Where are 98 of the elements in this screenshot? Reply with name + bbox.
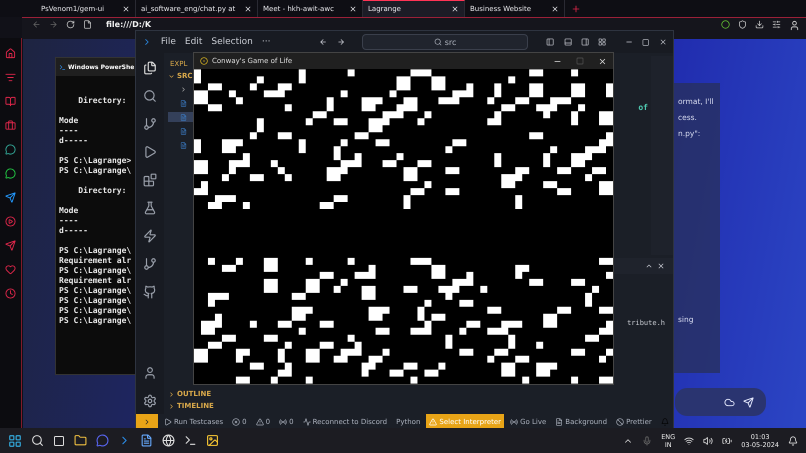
file-icon [83,20,92,29]
battery-icon[interactable] [722,436,732,446]
clock-icon[interactable] [5,288,16,299]
notepad-icon[interactable] [140,434,153,447]
extensions-icon[interactable] [143,173,157,187]
cat-icon[interactable] [143,285,157,299]
settings-icon[interactable] [143,394,157,408]
terminal-line: d----- [59,226,88,236]
app-icon [200,57,208,65]
run-icon[interactable] [143,145,157,159]
broadcast-icon [279,418,288,426]
error-icon [232,418,240,426]
send-icon[interactable] [5,240,16,251]
search-icon [434,38,442,46]
avatar-icon[interactable] [789,20,800,31]
menu-item[interactable]: File [160,37,176,47]
terminal-line: ---- [59,126,78,136]
warning-icon [256,418,264,426]
chevron-up-icon[interactable] [645,262,653,270]
bell-icon[interactable] [788,436,798,446]
play-icon [164,418,172,426]
layout-icon[interactable] [598,37,606,47]
warning-icon [429,418,438,426]
lightning-icon[interactable] [143,229,157,243]
terminal-line: ---- [59,216,78,226]
terminal-line: PS C:\Lagrange\ [59,246,132,256]
terminal-line: PS C:\Lagrange\ [59,266,132,276]
terminal-line: PS C:\Lagrange\ [59,316,132,326]
close-icon[interactable] [658,37,667,47]
cloud-icon[interactable] [724,396,735,408]
terminal-line: PS C:\Lagrange\ [59,166,132,176]
search-field[interactable]: src [362,34,528,50]
panel-toggle-icon[interactable] [564,37,572,47]
account-icon[interactable] [143,366,157,380]
shield-icon[interactable] [738,20,747,29]
menu-item[interactable]: Selection [211,37,253,47]
terminal-line: Directory: [77,96,126,106]
terminal-line: Mode [59,116,78,126]
terminal-line: Requirement alr [59,276,132,286]
code-text: of [638,103,648,114]
menu-item[interactable]: Edit [184,37,202,47]
terminal-icon [59,64,66,70]
close-icon[interactable] [657,262,665,270]
mic-icon[interactable] [642,436,652,446]
folder-icon[interactable] [74,434,87,447]
search-icon[interactable] [31,434,44,447]
briefcase-icon[interactable] [5,120,16,131]
prohibited-icon [616,418,624,426]
browser-icon[interactable] [162,434,175,447]
remote-button[interactable] [136,414,158,429]
list-icon[interactable] [5,72,16,83]
new-tab-icon[interactable] [571,4,581,14]
chat-app-icon[interactable] [96,434,109,447]
terminal-icon[interactable] [184,434,197,447]
document-icon [555,418,564,426]
back-icon[interactable] [319,37,328,47]
close-icon[interactable] [244,4,252,12]
chat-input[interactable] [675,388,766,416]
book-icon[interactable] [5,96,16,107]
files-icon[interactable] [143,61,157,75]
broadcast-icon [510,418,518,426]
branch-icon[interactable] [143,117,157,131]
terminal-line: d----- [59,136,88,146]
pulse-icon [302,418,311,426]
address-text[interactable]: file:///D:/K [106,20,152,29]
wifi-icon[interactable] [684,436,694,446]
branch-icon[interactable] [143,257,157,271]
terminal-line: Directory: [77,186,126,196]
home-icon[interactable] [5,48,16,59]
remote-icon [143,418,151,426]
close-icon[interactable] [349,4,357,12]
settings-icon[interactable] [772,20,781,29]
close-icon[interactable] [122,4,130,12]
reload-icon[interactable] [66,20,75,29]
terminal-line: PS C:\Lagrange\ [59,306,132,316]
send-icon[interactable] [5,192,16,203]
terminal-line: Requirement alr [59,256,132,266]
close-icon[interactable] [551,4,559,12]
terminal-line: PS C:\Lagrange> [59,156,132,166]
heart-icon[interactable] [5,264,16,275]
flask-icon[interactable] [143,201,157,215]
message-icon[interactable] [5,168,16,179]
forward-icon[interactable] [336,37,345,47]
sidebar-toggle-icon[interactable] [546,37,554,47]
terminal-line: PS C:\Lagrange\ [59,296,132,306]
task-view-icon[interactable] [53,434,65,446]
close-icon[interactable] [598,56,607,66]
menu-item[interactable]: ··· [262,37,270,47]
terminal-line: PS C:\Lagrange\ [59,286,132,296]
start-icon[interactable] [8,434,22,448]
download-icon[interactable] [755,20,764,29]
chat-icon[interactable] [5,144,16,155]
search-icon[interactable] [143,89,157,103]
close-icon[interactable] [451,5,459,13]
terminal-line: Mode [59,206,78,216]
split-icon[interactable] [580,37,589,47]
play-icon[interactable] [5,216,16,227]
volume-icon[interactable] [703,436,714,446]
